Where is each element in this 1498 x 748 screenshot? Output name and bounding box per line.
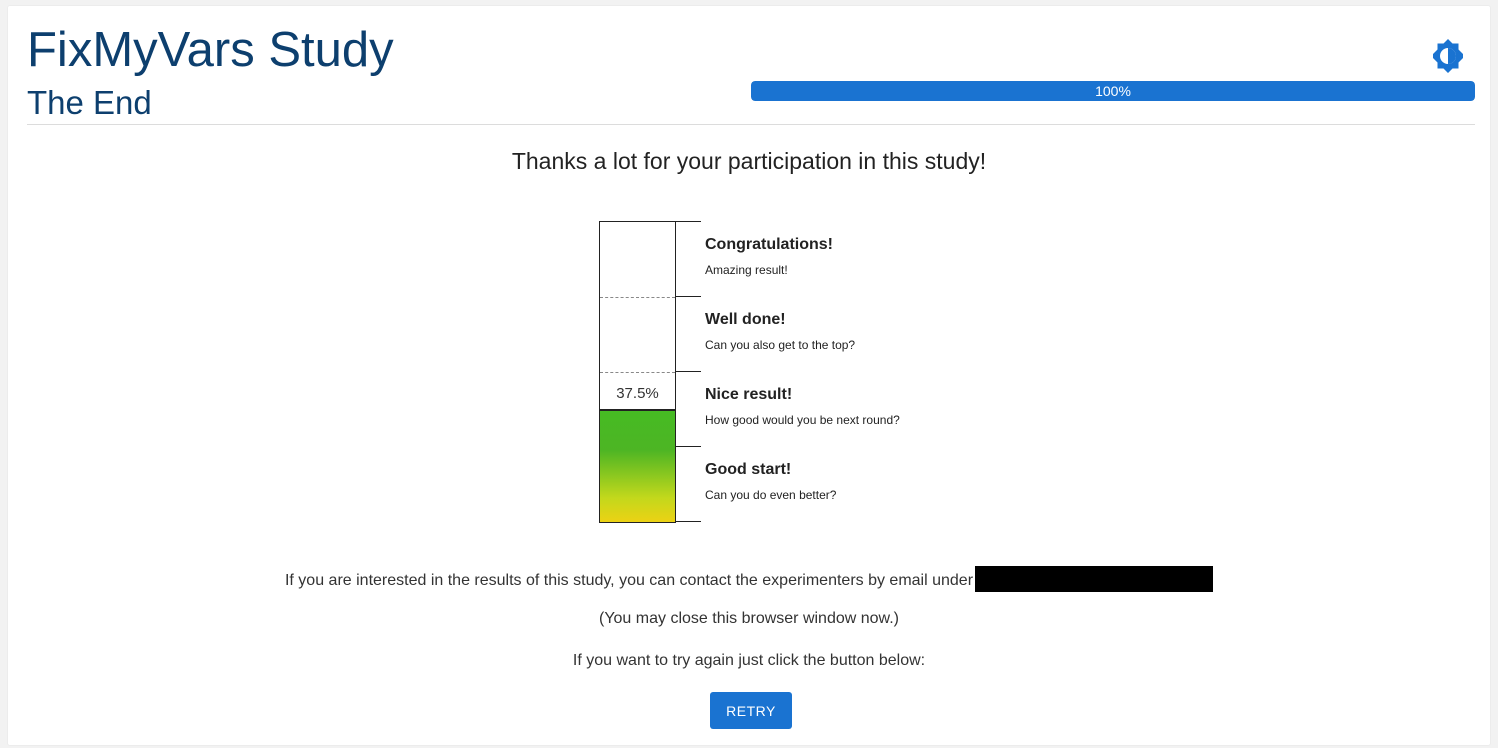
theme-toggle-button[interactable] bbox=[1429, 37, 1467, 75]
contact-line: If you are interested in the results of … bbox=[8, 566, 1490, 594]
close-window-text: (You may close this browser window now.) bbox=[599, 610, 899, 627]
level-desc-well-done: Can you also get to the top? bbox=[705, 338, 856, 352]
level-desc-good-start: Can you do even better? bbox=[705, 488, 837, 502]
level-title-congratulations: Congratulations! bbox=[705, 236, 833, 253]
page-title: FixMyVars Study bbox=[27, 23, 394, 77]
meter-level-divider bbox=[600, 372, 675, 373]
score-meter: 37.5% bbox=[599, 221, 676, 523]
level-title-well-done: Well done! bbox=[705, 311, 786, 328]
contact-text: If you are interested in the results of … bbox=[284, 572, 974, 590]
study-progress-bar: 100% bbox=[751, 81, 1475, 101]
thanks-message: Thanks a lot for your participation in t… bbox=[511, 148, 987, 174]
level-desc-congratulations: Amazing result! bbox=[705, 263, 788, 277]
meter-tick bbox=[675, 521, 701, 522]
retry-button[interactable]: RETRY bbox=[710, 692, 792, 729]
level-title-nice-result: Nice result! bbox=[705, 386, 793, 403]
meter-tick bbox=[675, 221, 701, 222]
header-divider bbox=[27, 124, 1475, 125]
retry-prompt: If you want to try again just click the … bbox=[572, 652, 926, 669]
brightness-icon bbox=[1433, 39, 1463, 73]
meter-level-divider bbox=[600, 297, 675, 298]
level-title-good-start: Good start! bbox=[705, 461, 792, 478]
meter-tick bbox=[675, 446, 701, 447]
redacted-email bbox=[975, 566, 1214, 592]
page-subtitle: The End bbox=[27, 84, 152, 121]
score-meter-fill bbox=[600, 409, 675, 522]
score-value: 37.5% bbox=[616, 385, 659, 402]
study-card: FixMyVars Study The End 100% Thanks a lo… bbox=[7, 5, 1491, 746]
meter-tick bbox=[675, 296, 701, 297]
level-desc-nice-result: How good would you be next round? bbox=[705, 413, 900, 427]
meter-tick bbox=[675, 371, 701, 372]
progress-label: 100% bbox=[1095, 83, 1131, 99]
